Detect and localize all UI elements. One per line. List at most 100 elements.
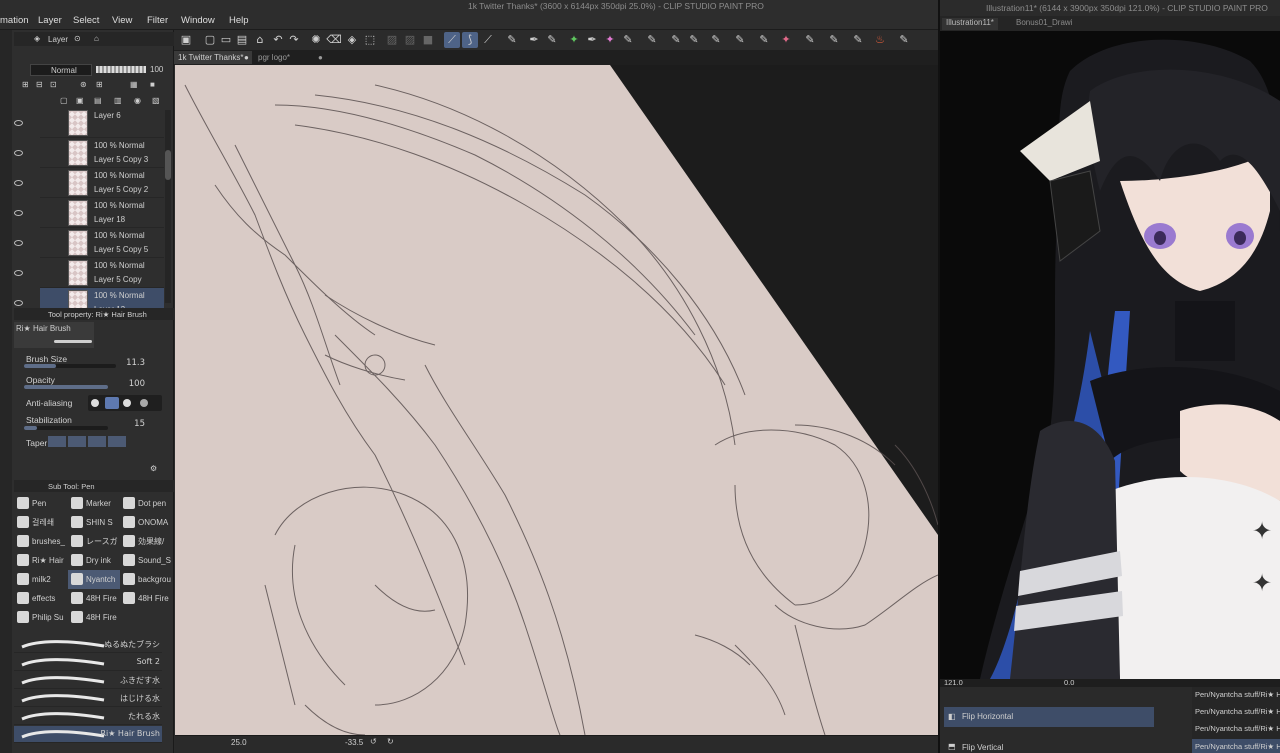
layer-row[interactable]: 100 % Normal Layer 5 Copy 3 [14,138,164,168]
brush-history-selected[interactable]: Pen/Nyantcha stuff/Ri★ Ha [1192,739,1280,753]
menu-flip-vertical[interactable]: ⬒ Flip Vertical [944,739,1154,753]
brush-history-item[interactable]: Pen/Nyantcha stuff/Ri★ Ha [1195,724,1280,733]
print-icon[interactable]: ⌂ [252,32,268,48]
stabilization-slider[interactable] [24,426,108,430]
menu-view[interactable]: View [112,15,132,26]
settings-icon[interactable]: ⚙ [150,464,157,473]
clear-icon[interactable]: ⌫ [326,32,342,48]
taper-seg[interactable] [68,436,86,447]
sub-tool-item[interactable]: SHIN S [68,513,120,532]
canvas-angle-value[interactable]: -33.5 [345,738,363,747]
undo-icon[interactable]: ↶ [270,32,286,48]
new-vector-icon[interactable]: ▣ [76,96,84,105]
sub-tool-item[interactable]: brushes_ [14,532,66,551]
invert-icon[interactable]: ■ [420,32,436,48]
taper-controls[interactable] [48,436,130,447]
history-icon[interactable]: ⌂ [94,34,99,43]
sub-tool-item[interactable]: milk2 [14,570,66,589]
canvas-zoom-value[interactable]: 25.0 [231,738,247,747]
sub-tool-item[interactable]: Pen [14,494,66,513]
layer-icon[interactable]: ◈ [34,34,40,43]
pen-icon[interactable]: ✎ [802,32,818,48]
taper-seg[interactable] [48,436,66,447]
search-icon[interactable]: ⊙ [74,34,81,43]
pen-icon[interactable]: ✎ [756,32,772,48]
clip-icon[interactable]: ⊡ [50,80,57,89]
menu-window[interactable]: Window [181,15,215,26]
eye-icon[interactable] [14,150,23,156]
delete-layer-icon[interactable]: ▧ [152,96,160,105]
menu-filter[interactable]: Filter [147,15,168,26]
sub-tool-item[interactable]: 48H Fire [68,589,120,608]
layer-row[interactable]: 100 % Normal Layer 18 [14,198,164,228]
menu-flip-horizontal[interactable]: ◧ Flip Horizontal [944,707,1154,727]
taper-seg[interactable] [108,436,126,447]
right-tab-illustration[interactable]: Illustration11* [942,18,998,30]
eye-icon[interactable] [14,180,23,186]
anti-aliasing-selector[interactable] [88,395,162,411]
ref-icon[interactable]: ⊛ [80,80,87,89]
save-icon[interactable]: ▤ [234,32,250,48]
menu-layer[interactable]: Layer [38,15,62,26]
right-zoom-value[interactable]: 121.0 [944,678,963,687]
layer-scrollbar[interactable] [165,110,171,303]
deselect-icon[interactable]: ▨ [402,32,418,48]
taper-seg[interactable] [88,436,106,447]
sub-tool-item[interactable]: Dry ink [68,551,120,570]
pen-icon[interactable]: ✒ [526,32,542,48]
sub-tool-item[interactable]: ONOMA [120,513,172,532]
pen-icon[interactable]: ✎ [732,32,748,48]
canvas-area[interactable] [175,65,938,735]
tab-close-icon[interactable]: ● [240,51,253,64]
sub-tool-item[interactable]: 効果線/ [120,532,172,551]
layer-row[interactable]: 100 % Normal Layer 5 Copy 2 [14,168,164,198]
canvas-icon[interactable]: ▣ [178,32,194,48]
opacity-prop-slider[interactable] [24,385,108,389]
right-tab-bonus[interactable]: Bonus01_Drawi [1012,18,1076,30]
aa-mid-icon[interactable] [123,399,131,407]
new-layer-icon[interactable]: ▢ [60,96,68,105]
pen-icon[interactable]: ✎ [686,32,702,48]
sub-tool-item[interactable]: effects [14,589,66,608]
mask-icon[interactable]: ⊞ [96,80,103,89]
sub-tool-item[interactable]: 걸레쇄 [14,513,66,532]
loading-icon[interactable]: ✺ [308,32,324,48]
eye-icon[interactable] [14,300,23,306]
pencil-icon[interactable]: ✎ [544,32,560,48]
sub-tool-item[interactable]: Nyantch [68,570,120,589]
layer-row[interactable]: 100 % Normal Layer 5 Copy 5 [14,228,164,258]
aa-strong-icon[interactable] [140,399,148,407]
menu-animation[interactable]: mation [0,15,29,26]
pen-icon[interactable]: ✎ [826,32,842,48]
sub-tool-item[interactable]: Marker [68,494,120,513]
sub-tool-item[interactable]: 48H Fire [68,608,120,627]
eye-icon[interactable] [14,120,23,126]
eye-icon[interactable] [14,270,23,276]
pen-icon[interactable]: ✎ [896,32,912,48]
cake-icon[interactable]: ♨ [872,32,888,48]
brush-stroke-item[interactable]: たれる水 [14,708,162,725]
eye-icon[interactable] [14,240,23,246]
blend-mode-select[interactable]: Normal [30,64,92,76]
right-angle-value[interactable]: 0.0 [1064,678,1074,687]
brush-stroke-item[interactable]: Ri★ Hair Brush [14,726,162,743]
menu-help[interactable]: Help [229,15,249,26]
layer-row[interactable]: 100 % Normal Layer 5 Copy [14,258,164,288]
pen-icon[interactable]: ✎ [644,32,660,48]
pen-icon[interactable]: ✎ [850,32,866,48]
sub-tool-item[interactable]: Sound_S [120,551,172,570]
pen-icon[interactable]: ✎ [708,32,724,48]
brush-size-slider[interactable] [24,364,116,368]
sub-tool-item[interactable]: Ri★ Hair [14,551,66,570]
layer-row[interactable]: Layer 6 [14,108,164,138]
aa-weak-icon[interactable] [105,397,119,409]
brush-pink-icon[interactable]: ✦ [602,32,618,48]
brush-history-item[interactable]: Pen/Nyantcha stuff/Ri★ Ha [1195,707,1280,716]
mask-icon[interactable]: ◉ [134,96,141,105]
menu-select[interactable]: Select [73,15,99,26]
brush-stroke-item[interactable]: はじける水 [14,690,162,707]
snap-ruler-icon[interactable]: ⟋ [444,32,460,48]
sub-tool-item[interactable]: レースガ [68,532,120,551]
brush-stroke-item[interactable]: ふきだす水 [14,672,162,689]
sub-tool-item[interactable]: backgrou [120,570,172,589]
